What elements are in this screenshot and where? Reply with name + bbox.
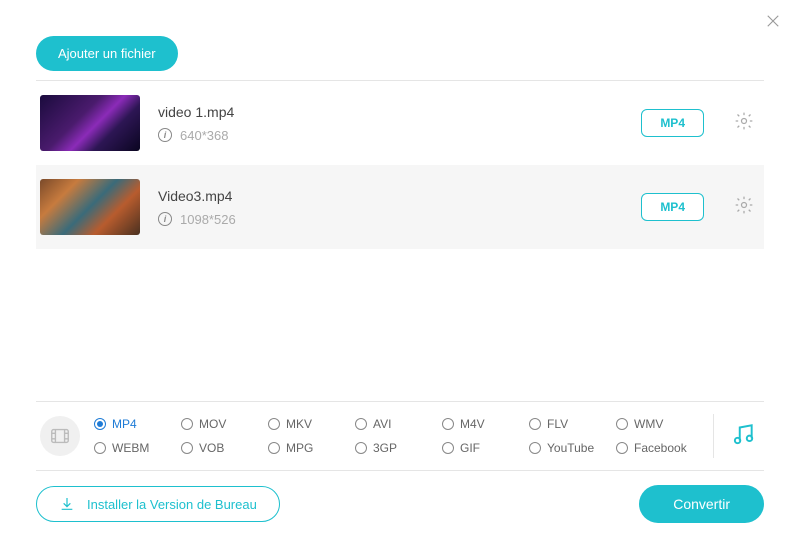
format-option-mov[interactable]: MOV <box>181 417 262 431</box>
file-thumbnail <box>40 179 140 235</box>
format-badge-button[interactable]: MP4 <box>641 109 704 137</box>
format-label: MPG <box>286 441 313 455</box>
radio-icon <box>94 442 106 454</box>
radio-icon <box>181 418 193 430</box>
info-icon: i <box>158 212 172 226</box>
format-label: AVI <box>373 417 391 431</box>
gear-icon[interactable] <box>734 195 754 220</box>
add-file-button[interactable]: Ajouter un fichier <box>36 36 178 71</box>
audio-category-icon[interactable] <box>730 421 756 452</box>
format-option-m4v[interactable]: M4V <box>442 417 523 431</box>
install-label: Installer la Version de Bureau <box>87 497 257 512</box>
file-name: Video3.mp4 <box>158 188 623 204</box>
file-row[interactable]: Video3.mp4 i 1098*526 MP4 <box>36 165 764 249</box>
format-option-gif[interactable]: GIF <box>442 441 523 455</box>
format-option-mpg[interactable]: MPG <box>268 441 349 455</box>
format-badge-button[interactable]: MP4 <box>641 193 704 221</box>
radio-icon <box>355 418 367 430</box>
format-option-flv[interactable]: FLV <box>529 417 610 431</box>
format-label: FLV <box>547 417 568 431</box>
file-dimensions: i 1098*526 <box>158 212 623 227</box>
gear-icon[interactable] <box>734 111 754 136</box>
close-icon[interactable] <box>764 12 782 35</box>
radio-icon <box>616 442 628 454</box>
format-label: YouTube <box>547 441 594 455</box>
file-meta: Video3.mp4 i 1098*526 <box>158 188 623 227</box>
file-thumbnail <box>40 95 140 151</box>
radio-icon <box>268 442 280 454</box>
radio-icon <box>355 442 367 454</box>
convert-button[interactable]: Convertir <box>639 485 764 523</box>
radio-icon <box>529 442 541 454</box>
format-option-mkv[interactable]: MKV <box>268 417 349 431</box>
radio-icon <box>616 418 628 430</box>
file-name: video 1.mp4 <box>158 104 623 120</box>
radio-icon <box>442 418 454 430</box>
radio-icon <box>181 442 193 454</box>
format-label: M4V <box>460 417 485 431</box>
info-icon: i <box>158 128 172 142</box>
video-category-icon[interactable] <box>40 416 80 456</box>
format-option-wmv[interactable]: WMV <box>616 417 697 431</box>
download-icon <box>59 496 75 512</box>
format-label: VOB <box>199 441 224 455</box>
radio-icon <box>94 418 106 430</box>
format-label: WMV <box>634 417 663 431</box>
format-option-facebook[interactable]: Facebook <box>616 441 697 455</box>
file-meta: video 1.mp4 i 640*368 <box>158 104 623 143</box>
format-option-webm[interactable]: WEBM <box>94 441 175 455</box>
radio-icon <box>268 418 280 430</box>
install-desktop-button[interactable]: Installer la Version de Bureau <box>36 486 280 522</box>
footer: Installer la Version de Bureau Convertir <box>36 485 764 523</box>
format-option-avi[interactable]: AVI <box>355 417 436 431</box>
divider <box>713 414 714 458</box>
file-list: video 1.mp4 i 640*368 MP4 Video3.mp4 i 1… <box>36 80 764 249</box>
radio-icon <box>442 442 454 454</box>
file-dimensions: i 640*368 <box>158 128 623 143</box>
format-label: MOV <box>199 417 226 431</box>
file-row[interactable]: video 1.mp4 i 640*368 MP4 <box>36 81 764 165</box>
dimensions-text: 1098*526 <box>180 212 236 227</box>
format-option-mp4[interactable]: MP4 <box>94 417 175 431</box>
format-label: Facebook <box>634 441 687 455</box>
format-label: MKV <box>286 417 312 431</box>
format-option-vob[interactable]: VOB <box>181 441 262 455</box>
format-option-3gp[interactable]: 3GP <box>355 441 436 455</box>
format-label: WEBM <box>112 441 149 455</box>
format-option-youtube[interactable]: YouTube <box>529 441 610 455</box>
format-label: MP4 <box>112 417 137 431</box>
dimensions-text: 640*368 <box>180 128 228 143</box>
format-label: GIF <box>460 441 480 455</box>
radio-icon <box>529 418 541 430</box>
format-label: 3GP <box>373 441 397 455</box>
format-panel: MP4 MOV MKV AVI M4V FLV WMV WEBM VOB MPG… <box>36 401 764 471</box>
format-grid: MP4 MOV MKV AVI M4V FLV WMV WEBM VOB MPG… <box>94 417 697 455</box>
